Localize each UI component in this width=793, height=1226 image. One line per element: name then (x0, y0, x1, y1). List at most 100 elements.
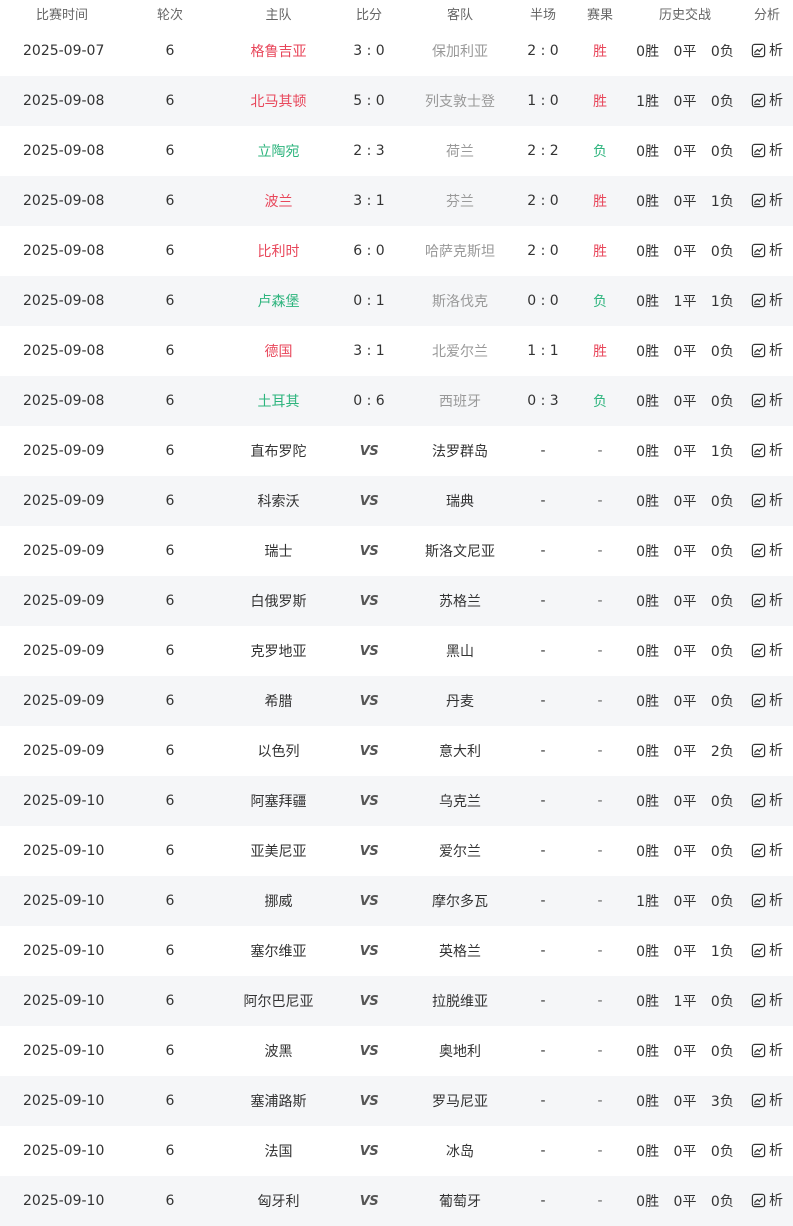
table-row[interactable]: 2025-09-08 6 土耳其 0 : 6 西班牙 0 : 3 负 0胜 0平… (0, 376, 793, 426)
analysis-button[interactable]: 析 (751, 140, 783, 160)
away-team[interactable]: 列支敦士登 (405, 91, 515, 111)
away-team[interactable]: 保加利亚 (405, 41, 515, 61)
table-row[interactable]: 2025-09-10 6 阿尔巴尼亚 VS 拉脱维亚 - - 0胜 1平 0负 … (0, 976, 793, 1026)
table-row[interactable]: 2025-09-08 6 北马其顿 5 : 0 列支敦士登 1 : 0 胜 1胜… (0, 76, 793, 126)
away-team[interactable]: 斯洛伐克 (405, 291, 515, 311)
analysis-button[interactable]: 析 (751, 440, 783, 460)
analysis-button[interactable]: 析 (751, 290, 783, 310)
away-team[interactable]: 法罗群岛 (405, 441, 515, 461)
home-team[interactable]: 波黑 (224, 1041, 333, 1061)
table-row[interactable]: 2025-09-09 6 白俄罗斯 VS 苏格兰 - - 0胜 0平 0负 析 (0, 576, 793, 626)
away-team[interactable]: 西班牙 (405, 391, 515, 411)
table-row[interactable]: 2025-09-10 6 阿塞拜疆 VS 乌克兰 - - 0胜 0平 0负 析 (0, 776, 793, 826)
away-team[interactable]: 爱尔兰 (405, 841, 515, 861)
home-team[interactable]: 匈牙利 (224, 1191, 333, 1211)
away-team[interactable]: 冰岛 (405, 1141, 515, 1161)
table-row[interactable]: 2025-09-10 6 塞浦路斯 VS 罗马尼亚 - - 0胜 0平 3负 析 (0, 1076, 793, 1126)
away-team[interactable]: 荷兰 (405, 141, 515, 161)
home-team[interactable]: 以色列 (224, 741, 333, 761)
away-team[interactable]: 拉脱维亚 (405, 991, 515, 1011)
home-team[interactable]: 格鲁吉亚 (224, 41, 333, 61)
analysis-button[interactable]: 析 (751, 340, 783, 360)
home-team[interactable]: 北马其顿 (224, 91, 333, 111)
home-team[interactable]: 塞浦路斯 (224, 1091, 333, 1111)
table-row[interactable]: 2025-09-08 6 比利时 6 : 0 哈萨克斯坦 2 : 0 胜 0胜 … (0, 226, 793, 276)
table-row[interactable]: 2025-09-10 6 波黑 VS 奥地利 - - 0胜 0平 0负 析 (0, 1026, 793, 1076)
match-result: - (597, 793, 603, 809)
home-team[interactable]: 白俄罗斯 (224, 591, 333, 611)
table-row[interactable]: 2025-09-08 6 德国 3 : 1 北爱尔兰 1 : 1 胜 0胜 0平… (0, 326, 793, 376)
away-team[interactable]: 哈萨克斯坦 (405, 241, 515, 261)
analysis-button[interactable]: 析 (751, 240, 783, 260)
home-team[interactable]: 土耳其 (224, 391, 333, 411)
table-row[interactable]: 2025-09-10 6 法国 VS 冰岛 - - 0胜 0平 0负 析 (0, 1126, 793, 1176)
analysis-button[interactable]: 析 (751, 790, 783, 810)
home-team[interactable]: 立陶宛 (224, 141, 333, 161)
analysis-button[interactable]: 析 (751, 1190, 783, 1210)
analysis-button[interactable]: 析 (751, 40, 783, 60)
table-row[interactable]: 2025-09-10 6 亚美尼亚 VS 爱尔兰 - - 0胜 0平 0负 析 (0, 826, 793, 876)
analysis-button[interactable]: 析 (751, 940, 783, 960)
analysis-button[interactable]: 析 (751, 490, 783, 510)
analysis-cell: 析 (741, 140, 793, 162)
table-row[interactable]: 2025-09-10 6 挪威 VS 摩尔多瓦 - - 1胜 0平 0负 析 (0, 876, 793, 926)
table-row[interactable]: 2025-09-10 6 匈牙利 VS 葡萄牙 - - 0胜 0平 0负 析 (0, 1176, 793, 1226)
away-team[interactable]: 北爱尔兰 (405, 341, 515, 361)
table-row[interactable]: 2025-09-08 6 波兰 3 : 1 芬兰 2 : 0 胜 0胜 0平 1… (0, 176, 793, 226)
analysis-button[interactable]: 析 (751, 540, 783, 560)
analysis-button[interactable]: 析 (751, 690, 783, 710)
home-team[interactable]: 亚美尼亚 (224, 841, 333, 861)
away-team[interactable]: 斯洛文尼亚 (405, 541, 515, 561)
table-row[interactable]: 2025-09-07 6 格鲁吉亚 3 : 0 保加利亚 2 : 0 胜 0胜 … (0, 26, 793, 76)
away-team[interactable]: 芬兰 (405, 191, 515, 211)
analysis-button[interactable]: 析 (751, 190, 783, 210)
away-team[interactable]: 罗马尼亚 (405, 1091, 515, 1111)
away-team[interactable]: 奥地利 (405, 1041, 515, 1061)
table-row[interactable]: 2025-09-09 6 以色列 VS 意大利 - - 0胜 0平 2负 析 (0, 726, 793, 776)
analysis-button[interactable]: 析 (751, 590, 783, 610)
analysis-button[interactable]: 析 (751, 840, 783, 860)
table-row[interactable]: 2025-09-09 6 克罗地亚 VS 黑山 - - 0胜 0平 0负 析 (0, 626, 793, 676)
table-row[interactable]: 2025-09-09 6 希腊 VS 丹麦 - - 0胜 0平 0负 析 (0, 676, 793, 726)
table-row[interactable]: 2025-09-08 6 立陶宛 2 : 3 荷兰 2 : 2 负 0胜 0平 … (0, 126, 793, 176)
home-team[interactable]: 直布罗陀 (224, 441, 333, 461)
home-team[interactable]: 克罗地亚 (224, 641, 333, 661)
home-team[interactable]: 阿尔巴尼亚 (224, 991, 333, 1011)
table-row[interactable]: 2025-09-08 6 卢森堡 0 : 1 斯洛伐克 0 : 0 负 0胜 1… (0, 276, 793, 326)
table-row[interactable]: 2025-09-09 6 直布罗陀 VS 法罗群岛 - - 0胜 0平 1负 析 (0, 426, 793, 476)
away-team[interactable]: 乌克兰 (405, 791, 515, 811)
analysis-button[interactable]: 析 (751, 990, 783, 1010)
home-team[interactable]: 波兰 (224, 191, 333, 211)
away-team[interactable]: 黑山 (405, 641, 515, 661)
away-team[interactable]: 意大利 (405, 741, 515, 761)
home-team[interactable]: 比利时 (224, 241, 333, 261)
away-team[interactable]: 摩尔多瓦 (405, 891, 515, 911)
home-team[interactable]: 希腊 (224, 691, 333, 711)
table-row[interactable]: 2025-09-10 6 塞尔维亚 VS 英格兰 - - 0胜 0平 1负 析 (0, 926, 793, 976)
analysis-button[interactable]: 析 (751, 1040, 783, 1060)
table-row[interactable]: 2025-09-09 6 科索沃 VS 瑞典 - - 0胜 0平 0负 析 (0, 476, 793, 526)
home-team[interactable]: 德国 (224, 341, 333, 361)
home-team[interactable]: 瑞士 (224, 541, 333, 561)
analysis-button[interactable]: 析 (751, 390, 783, 410)
away-team[interactable]: 葡萄牙 (405, 1191, 515, 1211)
chart-document-icon (751, 143, 766, 157)
away-team[interactable]: 苏格兰 (405, 591, 515, 611)
home-team[interactable]: 挪威 (224, 891, 333, 911)
analysis-button[interactable]: 析 (751, 1090, 783, 1110)
analysis-button[interactable]: 析 (751, 90, 783, 110)
analysis-button[interactable]: 析 (751, 1140, 783, 1160)
away-team[interactable]: 瑞典 (405, 491, 515, 511)
home-team[interactable]: 卢森堡 (224, 291, 333, 311)
analysis-button[interactable]: 析 (751, 640, 783, 660)
analysis-button[interactable]: 析 (751, 740, 783, 760)
home-team[interactable]: 塞尔维亚 (224, 941, 333, 961)
chart-document-icon (751, 1143, 766, 1157)
home-team[interactable]: 科索沃 (224, 491, 333, 511)
table-row[interactable]: 2025-09-09 6 瑞士 VS 斯洛文尼亚 - - 0胜 0平 0负 析 (0, 526, 793, 576)
analysis-button[interactable]: 析 (751, 890, 783, 910)
home-team[interactable]: 法国 (224, 1141, 333, 1161)
away-team[interactable]: 英格兰 (405, 941, 515, 961)
home-team[interactable]: 阿塞拜疆 (224, 791, 333, 811)
away-team[interactable]: 丹麦 (405, 691, 515, 711)
